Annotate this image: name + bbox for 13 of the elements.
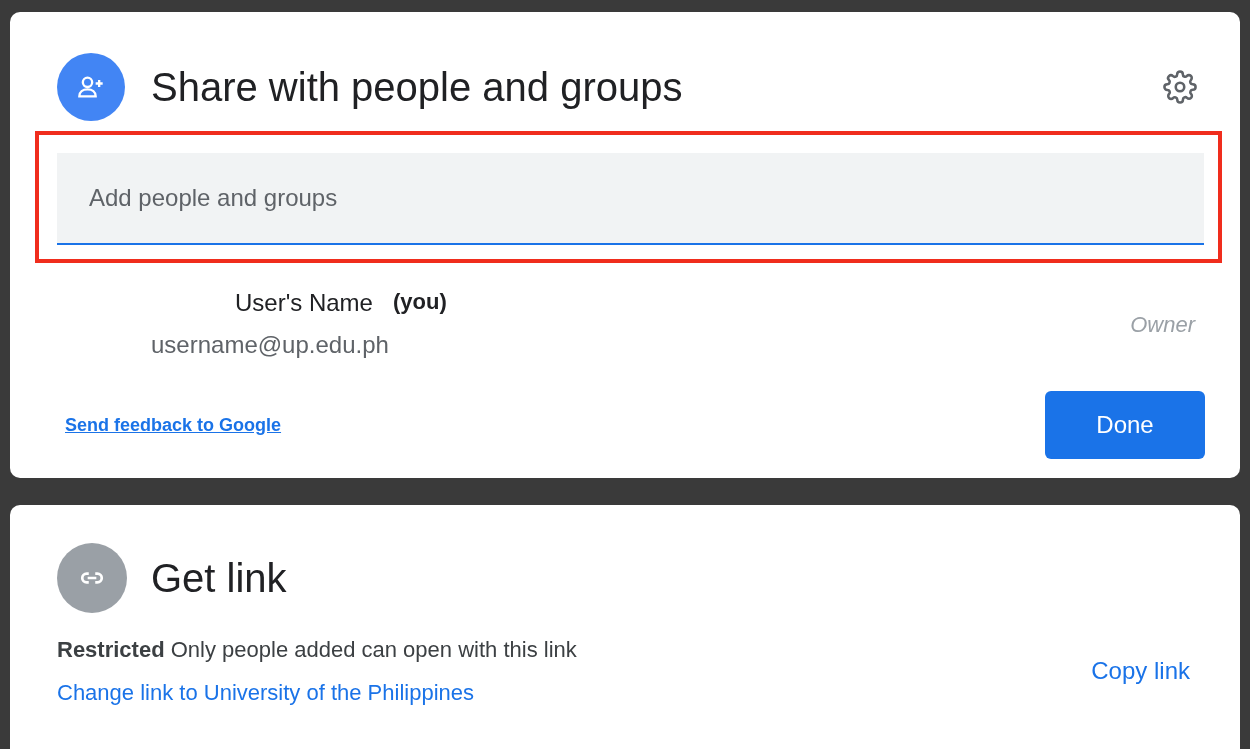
- you-label: (you): [392, 288, 447, 316]
- access-description: Restricted Only people added can open with this link: [57, 636, 577, 664]
- section-title: Get link: [151, 555, 287, 602]
- person-email: username@up.edu.ph: [151, 330, 390, 360]
- done-button[interactable]: Done: [1045, 391, 1205, 459]
- dialog-title: Share with people and groups: [151, 64, 683, 111]
- role-label: Owner: [1130, 310, 1195, 339]
- change-link-link[interactable]: Change link to University of the Philippines: [57, 676, 577, 709]
- settings-icon[interactable]: [1160, 67, 1200, 107]
- person-name: User's Name: [235, 288, 373, 318]
- feedback-link[interactable]: Send feedback to Google: [65, 411, 282, 439]
- add-people-field[interactable]: Add people and groups: [57, 153, 1204, 245]
- copy-link-button[interactable]: Copy link: [1091, 653, 1190, 689]
